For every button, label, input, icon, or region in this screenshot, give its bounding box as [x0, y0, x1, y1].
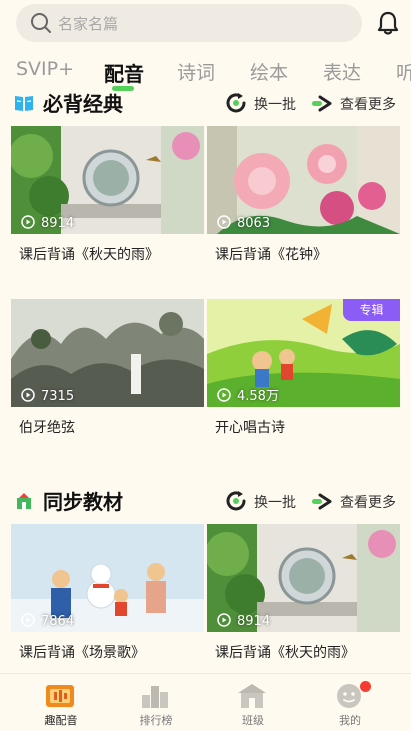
video-thumbnail: 7315 — [11, 299, 204, 407]
nav-label: 趣配音 — [44, 714, 78, 727]
play-count: 8914 — [237, 614, 271, 629]
video-thumbnail: 专辑 4.58万 — [207, 299, 400, 407]
nav-item-profile[interactable]: 我的 — [300, 674, 400, 731]
card-title: 课后背诵《秋天的雨》 — [19, 247, 159, 263]
search-row: 名家名篇 — [16, 4, 402, 42]
section-title: 同步教材 — [43, 490, 123, 514]
nav-label: 班级 — [242, 714, 264, 727]
section-title: 必背经典 — [43, 92, 123, 116]
ranking-icon — [142, 686, 168, 708]
nav-item-dubbing[interactable]: 趣配音 — [11, 674, 111, 731]
video-card[interactable]: 专辑 4.58万 开心唱古诗 — [207, 299, 400, 436]
video-card[interactable]: 8914 课后背诵《秋天的雨》 — [207, 524, 400, 661]
play-icon — [21, 215, 35, 229]
section-header-textbook: 同步教材 换一批 查看更多 — [14, 486, 400, 518]
play-icon — [21, 613, 35, 627]
video-card[interactable]: 7864 课后背诵《场景歌》 — [11, 524, 204, 661]
notification-dot — [360, 681, 371, 692]
card-title: 课后背诵《花钟》 — [215, 247, 327, 263]
play-count: 8063 — [237, 216, 271, 231]
view-more-button[interactable]: 查看更多 — [310, 488, 402, 514]
arrow-right-icon — [312, 95, 332, 112]
dub-icon — [46, 685, 74, 707]
nav-item-class[interactable]: 班级 — [203, 674, 303, 731]
play-count: 7315 — [41, 389, 75, 404]
video-card[interactable]: 8063 课后背诵《花钟》 — [207, 126, 400, 263]
play-icon — [217, 215, 231, 229]
nav-item-ranking[interactable]: 排行榜 — [106, 674, 206, 731]
refresh-label: 换一批 — [254, 97, 296, 113]
video-card[interactable]: 8914 课后背诵《秋天的雨》 — [11, 126, 204, 263]
play-count: 8914 — [41, 216, 75, 231]
video-thumbnail: 8063 — [207, 126, 400, 234]
video-thumbnail: 8914 — [11, 126, 204, 234]
bell-icon[interactable] — [374, 9, 402, 37]
play-icon — [217, 388, 231, 402]
play-count: 7864 — [41, 614, 75, 629]
refresh-button[interactable]: 换一批 — [224, 488, 314, 514]
arrow-right-icon — [312, 493, 332, 510]
card-title: 课后背诵《场景歌》 — [19, 645, 145, 661]
refresh-icon — [226, 93, 246, 113]
search-icon — [31, 13, 51, 33]
card-title: 开心唱古诗 — [215, 420, 285, 436]
refresh-label: 换一批 — [254, 495, 296, 511]
class-icon — [238, 684, 266, 708]
refresh-button[interactable]: 换一批 — [224, 90, 314, 116]
section-header-classics: 必背经典 换一批 查看更多 — [14, 88, 400, 120]
book-icon — [15, 96, 33, 111]
view-more-button[interactable]: 查看更多 — [310, 90, 402, 116]
bottom-nav: 趣配音 排行榜 班级 我的 — [0, 673, 411, 731]
nav-label: 排行榜 — [139, 714, 173, 727]
tab-picture-book[interactable]: 绘本 — [250, 58, 288, 85]
play-icon — [21, 388, 35, 402]
tab-poetry[interactable]: 诗词 — [177, 58, 215, 85]
search-input[interactable]: 名家名篇 — [16, 4, 362, 42]
refresh-icon — [226, 491, 246, 511]
search-placeholder: 名家名篇 — [58, 15, 119, 33]
tab-svip[interactable]: SVIP+ — [16, 58, 74, 80]
play-count: 4.58万 — [237, 389, 279, 404]
card-title: 课后背诵《秋天的雨》 — [215, 645, 355, 661]
tab-expression[interactable]: 表达 — [323, 58, 361, 85]
school-icon — [17, 493, 31, 509]
view-more-label: 查看更多 — [340, 97, 396, 113]
card-title: 伯牙绝弦 — [19, 420, 75, 436]
nav-label: 我的 — [339, 714, 361, 727]
video-card[interactable]: 7315 伯牙绝弦 — [11, 299, 204, 436]
play-icon — [217, 613, 231, 627]
video-thumbnail: 7864 — [11, 524, 204, 632]
tab-listen[interactable]: 听 — [396, 58, 411, 85]
video-thumbnail: 8914 — [207, 524, 400, 632]
album-badge: 专辑 — [343, 299, 400, 321]
tab-dubbing[interactable]: 配音 — [104, 58, 144, 87]
view-more-label: 查看更多 — [340, 495, 396, 511]
